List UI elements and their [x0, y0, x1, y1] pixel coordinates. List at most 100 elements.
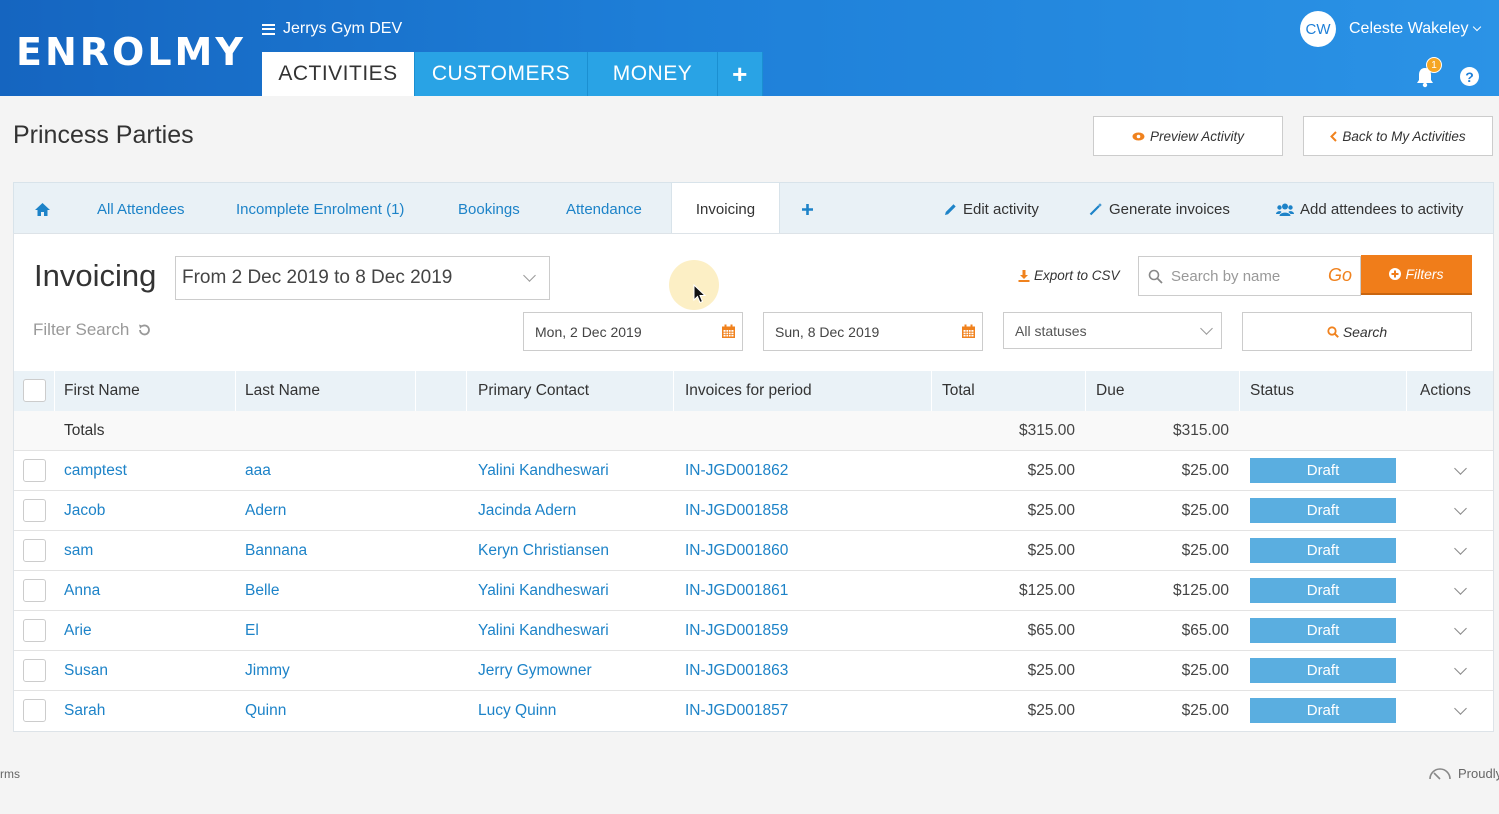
- tab-incomplete-enrolment[interactable]: Incomplete Enrolment (1): [236, 183, 404, 235]
- first-name-link[interactable]: sam: [64, 531, 93, 571]
- period-value: From 2 Dec 2019 to 8 Dec 2019: [182, 267, 453, 288]
- from-date-input[interactable]: Mon, 2 Dec 2019: [523, 312, 743, 351]
- footer-powered-label: Proudly: [1458, 766, 1499, 781]
- back-to-activities-button[interactable]: Back to My Activities: [1303, 116, 1493, 156]
- column-first-name[interactable]: First Name: [64, 371, 140, 411]
- row-checkbox[interactable]: [23, 619, 46, 642]
- row-checkbox[interactable]: [23, 579, 46, 602]
- tab-invoicing[interactable]: Invoicing: [671, 183, 780, 235]
- go-button[interactable]: Go: [1328, 265, 1352, 286]
- last-name-link[interactable]: Belle: [245, 571, 279, 611]
- period-select[interactable]: From 2 Dec 2019 to 8 Dec 2019: [175, 256, 550, 300]
- row-actions-chevron-icon[interactable]: [1454, 582, 1467, 595]
- status-badge: Draft: [1250, 458, 1396, 483]
- primary-contact-link[interactable]: Keryn Christiansen: [478, 531, 609, 571]
- invoice-link[interactable]: IN-JGD001861: [685, 571, 788, 611]
- preview-activity-button[interactable]: Preview Activity: [1093, 116, 1283, 156]
- site-menu[interactable]: Jerrys Gym DEV: [262, 20, 402, 38]
- edit-activity-button[interactable]: Edit activity: [944, 183, 1039, 235]
- invoice-link[interactable]: IN-JGD001860: [685, 531, 788, 571]
- to-date-input[interactable]: Sun, 8 Dec 2019: [763, 312, 983, 351]
- row-actions-chevron-icon[interactable]: [1454, 462, 1467, 475]
- first-name-link[interactable]: camptest: [64, 451, 127, 491]
- export-csv-button[interactable]: Export to CSV: [1018, 268, 1120, 283]
- filter-search[interactable]: Filter Search: [33, 320, 151, 340]
- row-due: $65.00: [1181, 622, 1229, 639]
- enrolmy-logo[interactable]: ENROLMY: [16, 30, 246, 74]
- last-name-link[interactable]: aaa: [245, 451, 271, 491]
- tab-home[interactable]: [35, 183, 51, 235]
- tab-attendance[interactable]: Attendance: [566, 183, 642, 235]
- invoice-link[interactable]: IN-JGD001863: [685, 651, 788, 691]
- primary-contact-link[interactable]: Lucy Quinn: [478, 691, 556, 731]
- primary-contact-link[interactable]: Jerry Gymowner: [478, 651, 592, 691]
- help-icon[interactable]: ?: [1460, 67, 1479, 86]
- to-date-value: Sun, 8 Dec 2019: [775, 323, 880, 340]
- column-invoices[interactable]: Invoices for period: [685, 371, 812, 411]
- calendar-icon[interactable]: [721, 324, 736, 339]
- invoice-link[interactable]: IN-JGD001857: [685, 691, 788, 731]
- status-filter-select[interactable]: All statuses: [1003, 312, 1222, 349]
- row-checkbox[interactable]: [23, 659, 46, 682]
- first-name-link[interactable]: Susan: [64, 651, 108, 691]
- name-search-input[interactable]: [1171, 267, 1321, 285]
- first-name-link[interactable]: Anna: [64, 571, 100, 611]
- last-name-link[interactable]: Jimmy: [245, 651, 290, 691]
- row-checkbox[interactable]: [23, 699, 46, 722]
- tab-bookings[interactable]: Bookings: [458, 183, 520, 235]
- footer-powered-by[interactable]: Proudly: [1428, 766, 1499, 781]
- column-total[interactable]: Total: [942, 371, 975, 411]
- from-date-value: Mon, 2 Dec 2019: [535, 323, 642, 340]
- first-name-link[interactable]: Arie: [64, 611, 92, 651]
- column-divider: [415, 371, 416, 411]
- table-row: Anna Belle Yalini Kandheswari IN-JGD0018…: [14, 571, 1493, 611]
- row-checkbox[interactable]: [23, 459, 46, 482]
- add-tab-button[interactable]: +: [718, 52, 763, 96]
- search-icon: [1327, 325, 1339, 338]
- tab-all-attendees[interactable]: All Attendees: [97, 183, 185, 235]
- first-name-link[interactable]: Jacob: [64, 491, 105, 531]
- column-divider: [673, 371, 674, 411]
- user-avatar[interactable]: CW: [1300, 11, 1336, 47]
- last-name-link[interactable]: Adern: [245, 491, 286, 531]
- primary-contact-link[interactable]: Jacinda Adern: [478, 491, 576, 531]
- reset-icon[interactable]: [137, 323, 151, 337]
- invoice-link[interactable]: IN-JGD001858: [685, 491, 788, 531]
- row-actions-chevron-icon[interactable]: [1454, 502, 1467, 515]
- primary-contact-link[interactable]: Yalini Kandheswari: [478, 611, 609, 651]
- first-name-link[interactable]: Sarah: [64, 691, 105, 731]
- column-due[interactable]: Due: [1096, 371, 1124, 411]
- add-activity-tab-button[interactable]: [801, 183, 814, 235]
- row-due: $125.00: [1172, 582, 1229, 599]
- tab-money[interactable]: MONEY: [588, 52, 718, 96]
- last-name-link[interactable]: Quinn: [245, 691, 286, 731]
- column-divider: [1085, 371, 1086, 411]
- search-button[interactable]: Search: [1242, 312, 1472, 351]
- plus-circle-icon: [1389, 268, 1402, 280]
- column-last-name[interactable]: Last Name: [245, 371, 320, 411]
- primary-contact-link[interactable]: Yalini Kandheswari: [478, 571, 609, 611]
- tab-activities[interactable]: ACTIVITIES: [262, 52, 415, 96]
- last-name-link[interactable]: El: [245, 611, 259, 651]
- row-checkbox[interactable]: [23, 499, 46, 522]
- primary-contact-link[interactable]: Yalini Kandheswari: [478, 451, 609, 491]
- last-name-link[interactable]: Bannana: [245, 531, 307, 571]
- user-menu[interactable]: Celeste Wakeley: [1349, 20, 1482, 38]
- home-icon: [35, 202, 50, 216]
- row-checkbox[interactable]: [23, 539, 46, 562]
- calendar-icon[interactable]: [961, 324, 976, 339]
- tab-customers[interactable]: CUSTOMERS: [415, 52, 588, 96]
- row-actions-chevron-icon[interactable]: [1454, 622, 1467, 635]
- column-primary-contact[interactable]: Primary Contact: [478, 371, 589, 411]
- invoice-link[interactable]: IN-JGD001859: [685, 611, 788, 651]
- filters-button[interactable]: Filters: [1361, 255, 1472, 295]
- invoice-link[interactable]: IN-JGD001862: [685, 451, 788, 491]
- row-actions-chevron-icon[interactable]: [1454, 542, 1467, 555]
- select-all-checkbox[interactable]: [23, 379, 46, 402]
- row-actions-chevron-icon[interactable]: [1454, 702, 1467, 715]
- add-attendees-button[interactable]: Add attendees to activity: [1276, 183, 1463, 235]
- footer-terms-link[interactable]: rms: [0, 767, 20, 781]
- column-status[interactable]: Status: [1250, 371, 1294, 411]
- row-actions-chevron-icon[interactable]: [1454, 662, 1467, 675]
- generate-invoices-button[interactable]: Generate invoices: [1089, 183, 1230, 235]
